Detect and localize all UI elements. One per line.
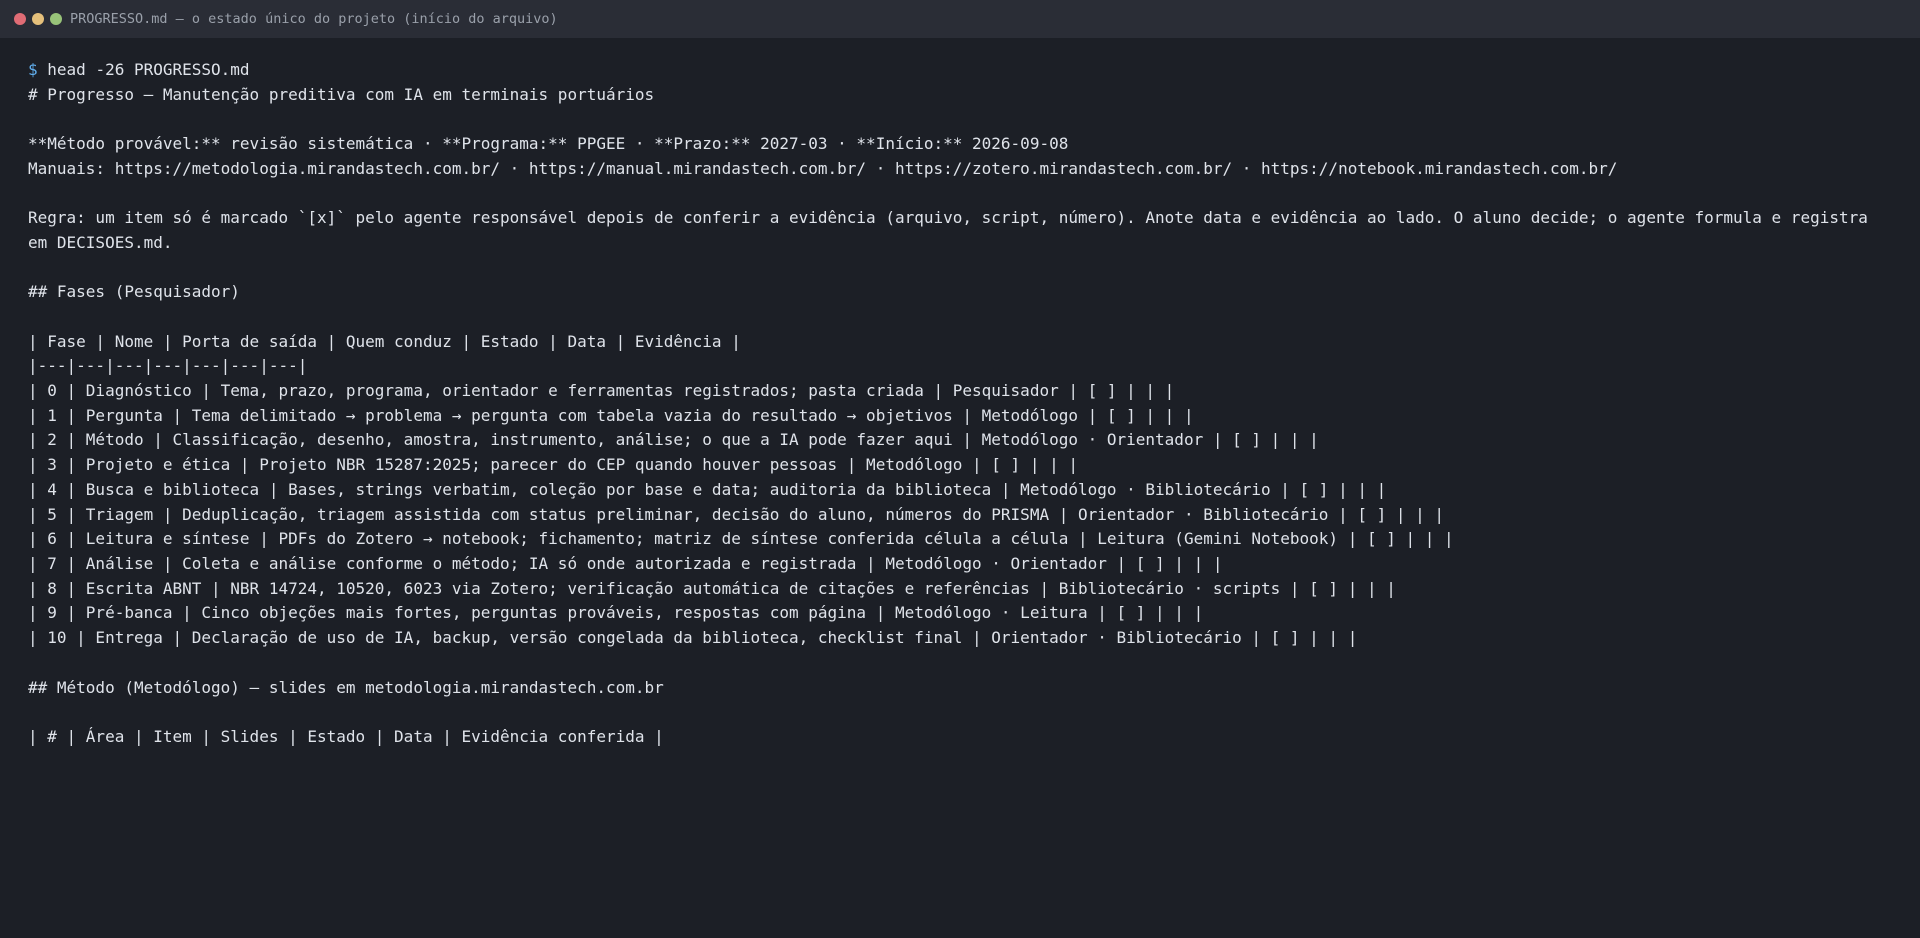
prompt-symbol: $ (28, 60, 38, 79)
maximize-button[interactable] (50, 13, 62, 25)
output-line: | 7 | Análise | Coleta e análise conform… (28, 554, 1223, 573)
output-line: ## Método (Metodólogo) — slides em metod… (28, 677, 664, 697)
terminal-window: PROGRESSO.md — o estado único do projeto… (0, 0, 1920, 938)
close-button[interactable] (14, 13, 26, 25)
output-line: | 4 | Busca e biblioteca | Bases, string… (28, 479, 1387, 499)
output-line: | Fase | Nome | Porta de saída | Quem co… (28, 331, 741, 351)
output-line: Regra: um item só é marcado `[x]` pelo a… (28, 208, 1878, 252)
command-line: $ head -26 PROGRESSO.md (28, 58, 1892, 83)
output-line: | 10 | Entrega | Declaração de uso de IA… (28, 628, 1358, 648)
output-line: | # | Área | Item | Slides | Estado | Da… (28, 726, 664, 746)
output-line: | 2 | Método | Classificação, desenho, a… (28, 430, 1319, 450)
minimize-button[interactable] (32, 13, 44, 25)
output-line: | 5 | Triagem | Deduplicação, triagem as… (28, 504, 1445, 524)
output-line: | 1 | Pergunta | Tema delimitado → probl… (28, 405, 1194, 425)
terminal-output[interactable]: $ head -26 PROGRESSO.md # Progresso — Ma… (0, 38, 1920, 938)
output-line: # Progresso — Manutenção preditiva com I… (28, 84, 655, 104)
output-line: Manuais: https://metodologia.mirandastec… (28, 158, 1618, 178)
output-line: |---|---|---|---|---|---|---| (28, 356, 308, 376)
output-line: | 0 | Diagnóstico | Tema, prazo, program… (28, 381, 1175, 401)
title-bar: PROGRESSO.md — o estado único do projeto… (0, 0, 1920, 38)
file-content: # Progresso — Manutenção preditiva com I… (28, 83, 1892, 750)
output-line: **Método provável:** revisão sistemática… (28, 134, 1069, 154)
output-line: ## Fases (Pesquisador) (28, 282, 240, 302)
output-line: | 9 | Pré-banca | Cinco objeções mais fo… (28, 603, 1204, 623)
window-controls (14, 13, 62, 25)
output-line: | 8 | Escrita ABNT | NBR 14724, 10520, 6… (28, 578, 1396, 598)
output-line: | 6 | Leitura e síntese | PDFs do Zotero… (28, 529, 1454, 549)
output-line: | 3 | Projeto e ética | Projeto NBR 1528… (28, 455, 1078, 475)
window-title: PROGRESSO.md — o estado único do projeto… (70, 11, 558, 27)
command-text: head -26 PROGRESSO.md (37, 60, 250, 79)
